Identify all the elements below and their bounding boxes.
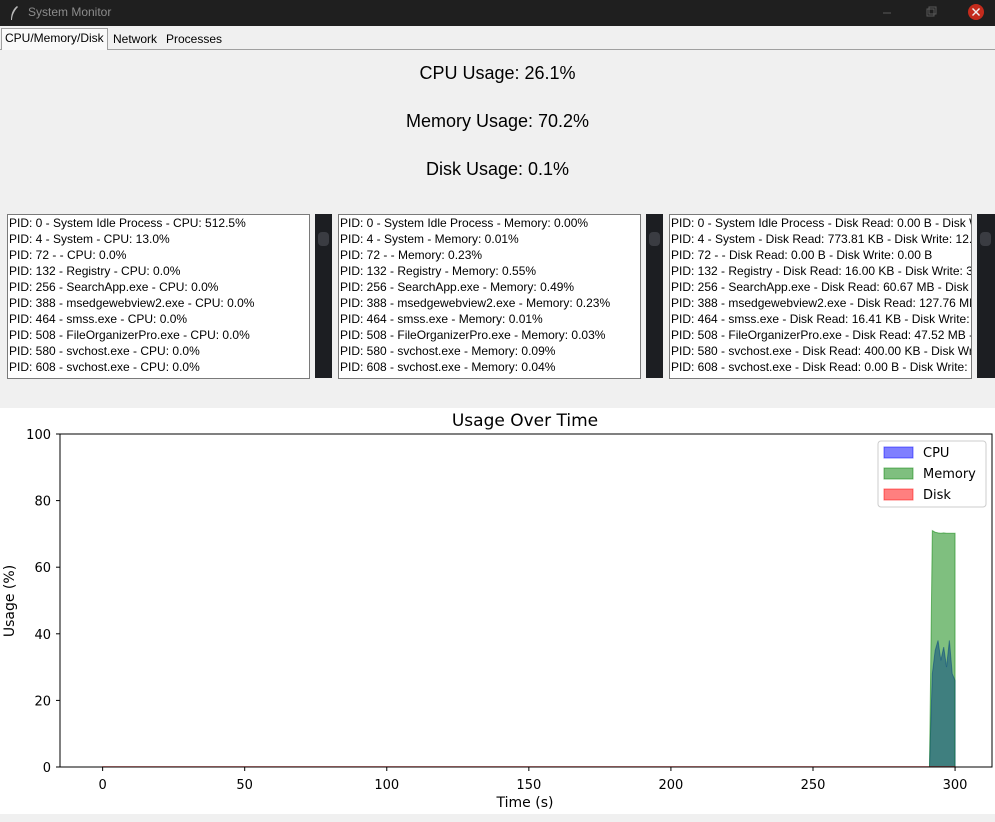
list-item[interactable]: PID: 4 - System - Memory: 0.01% [339, 231, 640, 247]
list-item[interactable]: PID: 580 - svchost.exe - CPU: 0.0% [8, 343, 309, 359]
scrollbar-thumb[interactable] [318, 232, 329, 246]
list-item[interactable]: PID: 608 - svchost.exe - Memory: 0.04% [339, 359, 640, 375]
x-tick-label: 50 [236, 778, 253, 793]
list-item[interactable]: PID: 256 - SearchApp.exe - Disk Read: 60… [670, 279, 971, 295]
list-item[interactable]: PID: 464 - smss.exe - CPU: 0.0% [8, 311, 309, 327]
tab-processes[interactable]: Processes [163, 30, 225, 49]
y-axis-label: Usage (%) [2, 565, 18, 637]
disk-process-list[interactable]: PID: 0 - System Idle Process - Disk Read… [669, 214, 972, 379]
y-tick-label: 40 [34, 628, 51, 643]
restore-icon [910, 0, 950, 26]
list-item[interactable]: PID: 508 - FileOrganizerPro.exe - Memory… [339, 327, 640, 343]
y-tick-label: 60 [34, 561, 51, 576]
list-item[interactable]: PID: 72 - - Memory: 0.23% [339, 247, 640, 263]
minimize-icon [866, 0, 906, 26]
list-item[interactable]: PID: 388 - msedgewebview2.exe - Memory: … [339, 295, 640, 311]
legend-swatch-disk [884, 489, 913, 500]
bottom-strip [0, 814, 995, 822]
list-item[interactable]: PID: 580 - svchost.exe - Disk Read: 400.… [670, 343, 971, 359]
legend-swatch-memory [884, 468, 913, 479]
x-axis-label: Time (s) [496, 795, 554, 811]
y-tick-label: 100 [26, 428, 51, 443]
series-area-cpu [103, 640, 955, 767]
list-item[interactable]: PID: 608 - svchost.exe - CPU: 0.0% [8, 359, 309, 375]
tab-bar: CPU/Memory/Disk Network Processes [0, 27, 995, 50]
list-item[interactable]: PID: 256 - SearchApp.exe - CPU: 0.0% [8, 279, 309, 295]
close-button[interactable] [956, 0, 995, 26]
list-item[interactable]: PID: 580 - svchost.exe - Memory: 0.09% [339, 343, 640, 359]
y-tick-label: 0 [43, 761, 51, 776]
list-item[interactable]: PID: 508 - FileOrganizerPro.exe - Disk R… [670, 327, 971, 343]
list-item[interactable]: PID: 132 - Registry - Memory: 0.55% [339, 263, 640, 279]
cpu-usage-label: CPU Usage: 26.1% [0, 63, 995, 84]
x-tick-label: 250 [801, 778, 826, 793]
memory-list-scrollbar[interactable] [646, 214, 663, 378]
list-item[interactable]: PID: 0 - System Idle Process - CPU: 512.… [8, 215, 309, 231]
list-item[interactable]: PID: 256 - SearchApp.exe - Memory: 0.49% [339, 279, 640, 295]
legend-label: Memory [923, 467, 976, 482]
legend-swatch-cpu [884, 447, 913, 458]
list-item[interactable]: PID: 0 - System Idle Process - Memory: 0… [339, 215, 640, 231]
close-icon [956, 0, 995, 26]
list-item[interactable]: PID: 132 - Registry - CPU: 0.0% [8, 263, 309, 279]
plot-frame [60, 434, 992, 767]
cpu-list-scrollbar[interactable] [315, 214, 332, 378]
disk-usage-label: Disk Usage: 0.1% [0, 159, 995, 180]
list-item[interactable]: PID: 464 - smss.exe - Memory: 0.01% [339, 311, 640, 327]
tab-cpu-memory-disk[interactable]: CPU/Memory/Disk [1, 28, 108, 50]
scrollbar-thumb[interactable] [980, 232, 991, 246]
x-tick-label: 0 [98, 778, 106, 793]
scrollbar-thumb[interactable] [649, 232, 660, 246]
x-tick-label: 150 [516, 778, 541, 793]
chart-legend: CPU Memory Disk [878, 441, 986, 507]
memory-process-list[interactable]: PID: 0 - System Idle Process - Memory: 0… [338, 214, 641, 379]
disk-list-scrollbar[interactable] [977, 214, 995, 378]
list-item[interactable]: PID: 388 - msedgewebview2.exe - CPU: 0.0… [8, 295, 309, 311]
y-tick-label: 80 [34, 495, 51, 510]
memory-usage-label: Memory Usage: 70.2% [0, 111, 995, 132]
y-tick-label: 20 [34, 694, 51, 709]
list-item[interactable]: PID: 464 - smss.exe - Disk Read: 16.41 K… [670, 311, 971, 327]
list-item[interactable]: PID: 4 - System - CPU: 13.0% [8, 231, 309, 247]
series-area-memory [103, 531, 955, 767]
legend-label: CPU [923, 446, 949, 461]
list-item[interactable]: PID: 508 - FileOrganizerPro.exe - CPU: 0… [8, 327, 309, 343]
list-item[interactable]: PID: 0 - System Idle Process - Disk Read… [670, 215, 971, 231]
minimize-button[interactable] [866, 0, 906, 26]
maximize-button[interactable] [910, 0, 950, 26]
list-item[interactable]: PID: 72 - - Disk Read: 0.00 B - Disk Wri… [670, 247, 971, 263]
feather-icon [9, 5, 19, 21]
title-bar: System Monitor [0, 0, 995, 26]
x-tick-label: 100 [374, 778, 399, 793]
list-item[interactable]: PID: 388 - msedgewebview2.exe - Disk Rea… [670, 295, 971, 311]
window-title: System Monitor [28, 5, 111, 19]
list-item[interactable]: PID: 72 - - CPU: 0.0% [8, 247, 309, 263]
list-item[interactable]: PID: 4 - System - Disk Read: 773.81 KB -… [670, 231, 971, 247]
usage-over-time-chart: Usage Over Time 0 50 100 150 200 250 300 0 20 40… [0, 408, 995, 814]
x-tick-label: 300 [943, 778, 968, 793]
list-item[interactable]: PID: 608 - svchost.exe - Disk Read: 0.00… [670, 359, 971, 375]
usage-chart-panel: Usage Over Time 0 50 100 150 200 250 300 0 20 40… [0, 408, 995, 814]
tab-network[interactable]: Network [110, 30, 160, 49]
x-tick-label: 200 [659, 778, 684, 793]
legend-label: Disk [923, 488, 951, 503]
chart-title: Usage Over Time [452, 411, 598, 431]
cpu-process-list[interactable]: PID: 0 - System Idle Process - CPU: 512.… [7, 214, 310, 379]
list-item[interactable]: PID: 132 - Registry - Disk Read: 16.00 K… [670, 263, 971, 279]
